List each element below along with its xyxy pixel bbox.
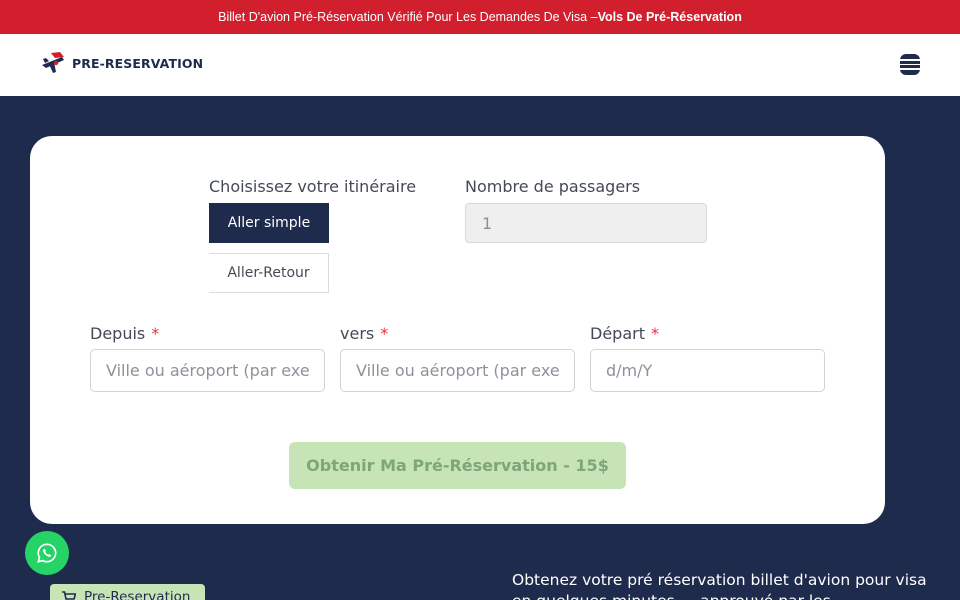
from-input[interactable] [90, 349, 325, 392]
to-input[interactable] [340, 349, 575, 392]
badge-label: Pre-Reservation [84, 589, 191, 600]
round-trip-button[interactable]: Aller-Retour [209, 253, 329, 293]
menu-button[interactable] [900, 54, 920, 75]
plane-logo-icon [42, 52, 64, 73]
get-reservation-button[interactable]: Obtenir Ma Pré-Réservation - 15$ [289, 442, 626, 489]
pre-reservation-badge: Pre-Reservation [50, 584, 205, 600]
announcement-text: Billet D'avion Pré-Réservation Vérifié P… [218, 10, 598, 24]
announcement-link[interactable]: Vols De Pré-Réservation [598, 10, 742, 24]
itinerary-label: Choisissez votre itinéraire [209, 177, 417, 196]
hamburger-icon [900, 59, 920, 61]
from-label: Depuis * [90, 324, 160, 343]
booking-form-card: Choisissez votre itinéraire Aller simple… [30, 136, 885, 524]
logo-text: PRE-RESERVATION [72, 55, 204, 71]
whatsapp-icon [37, 543, 57, 563]
intro-paragraph: Obtenez votre pré réservation billet d'a… [512, 571, 927, 600]
site-header: PRE-RESERVATION [0, 34, 960, 96]
cart-icon [62, 591, 76, 600]
departure-date-input[interactable] [590, 349, 825, 392]
announcement-bar: Billet D'avion Pré-Réservation Vérifié P… [0, 0, 960, 34]
to-label: vers * [340, 324, 389, 343]
site-logo[interactable]: PRE-RESERVATION [40, 51, 203, 75]
passengers-label: Nombre de passagers [465, 177, 641, 196]
departure-label: Départ * [590, 324, 659, 343]
whatsapp-button[interactable] [25, 531, 69, 575]
passengers-input[interactable]: 1 [465, 203, 707, 243]
one-way-button[interactable]: Aller simple [209, 203, 329, 243]
